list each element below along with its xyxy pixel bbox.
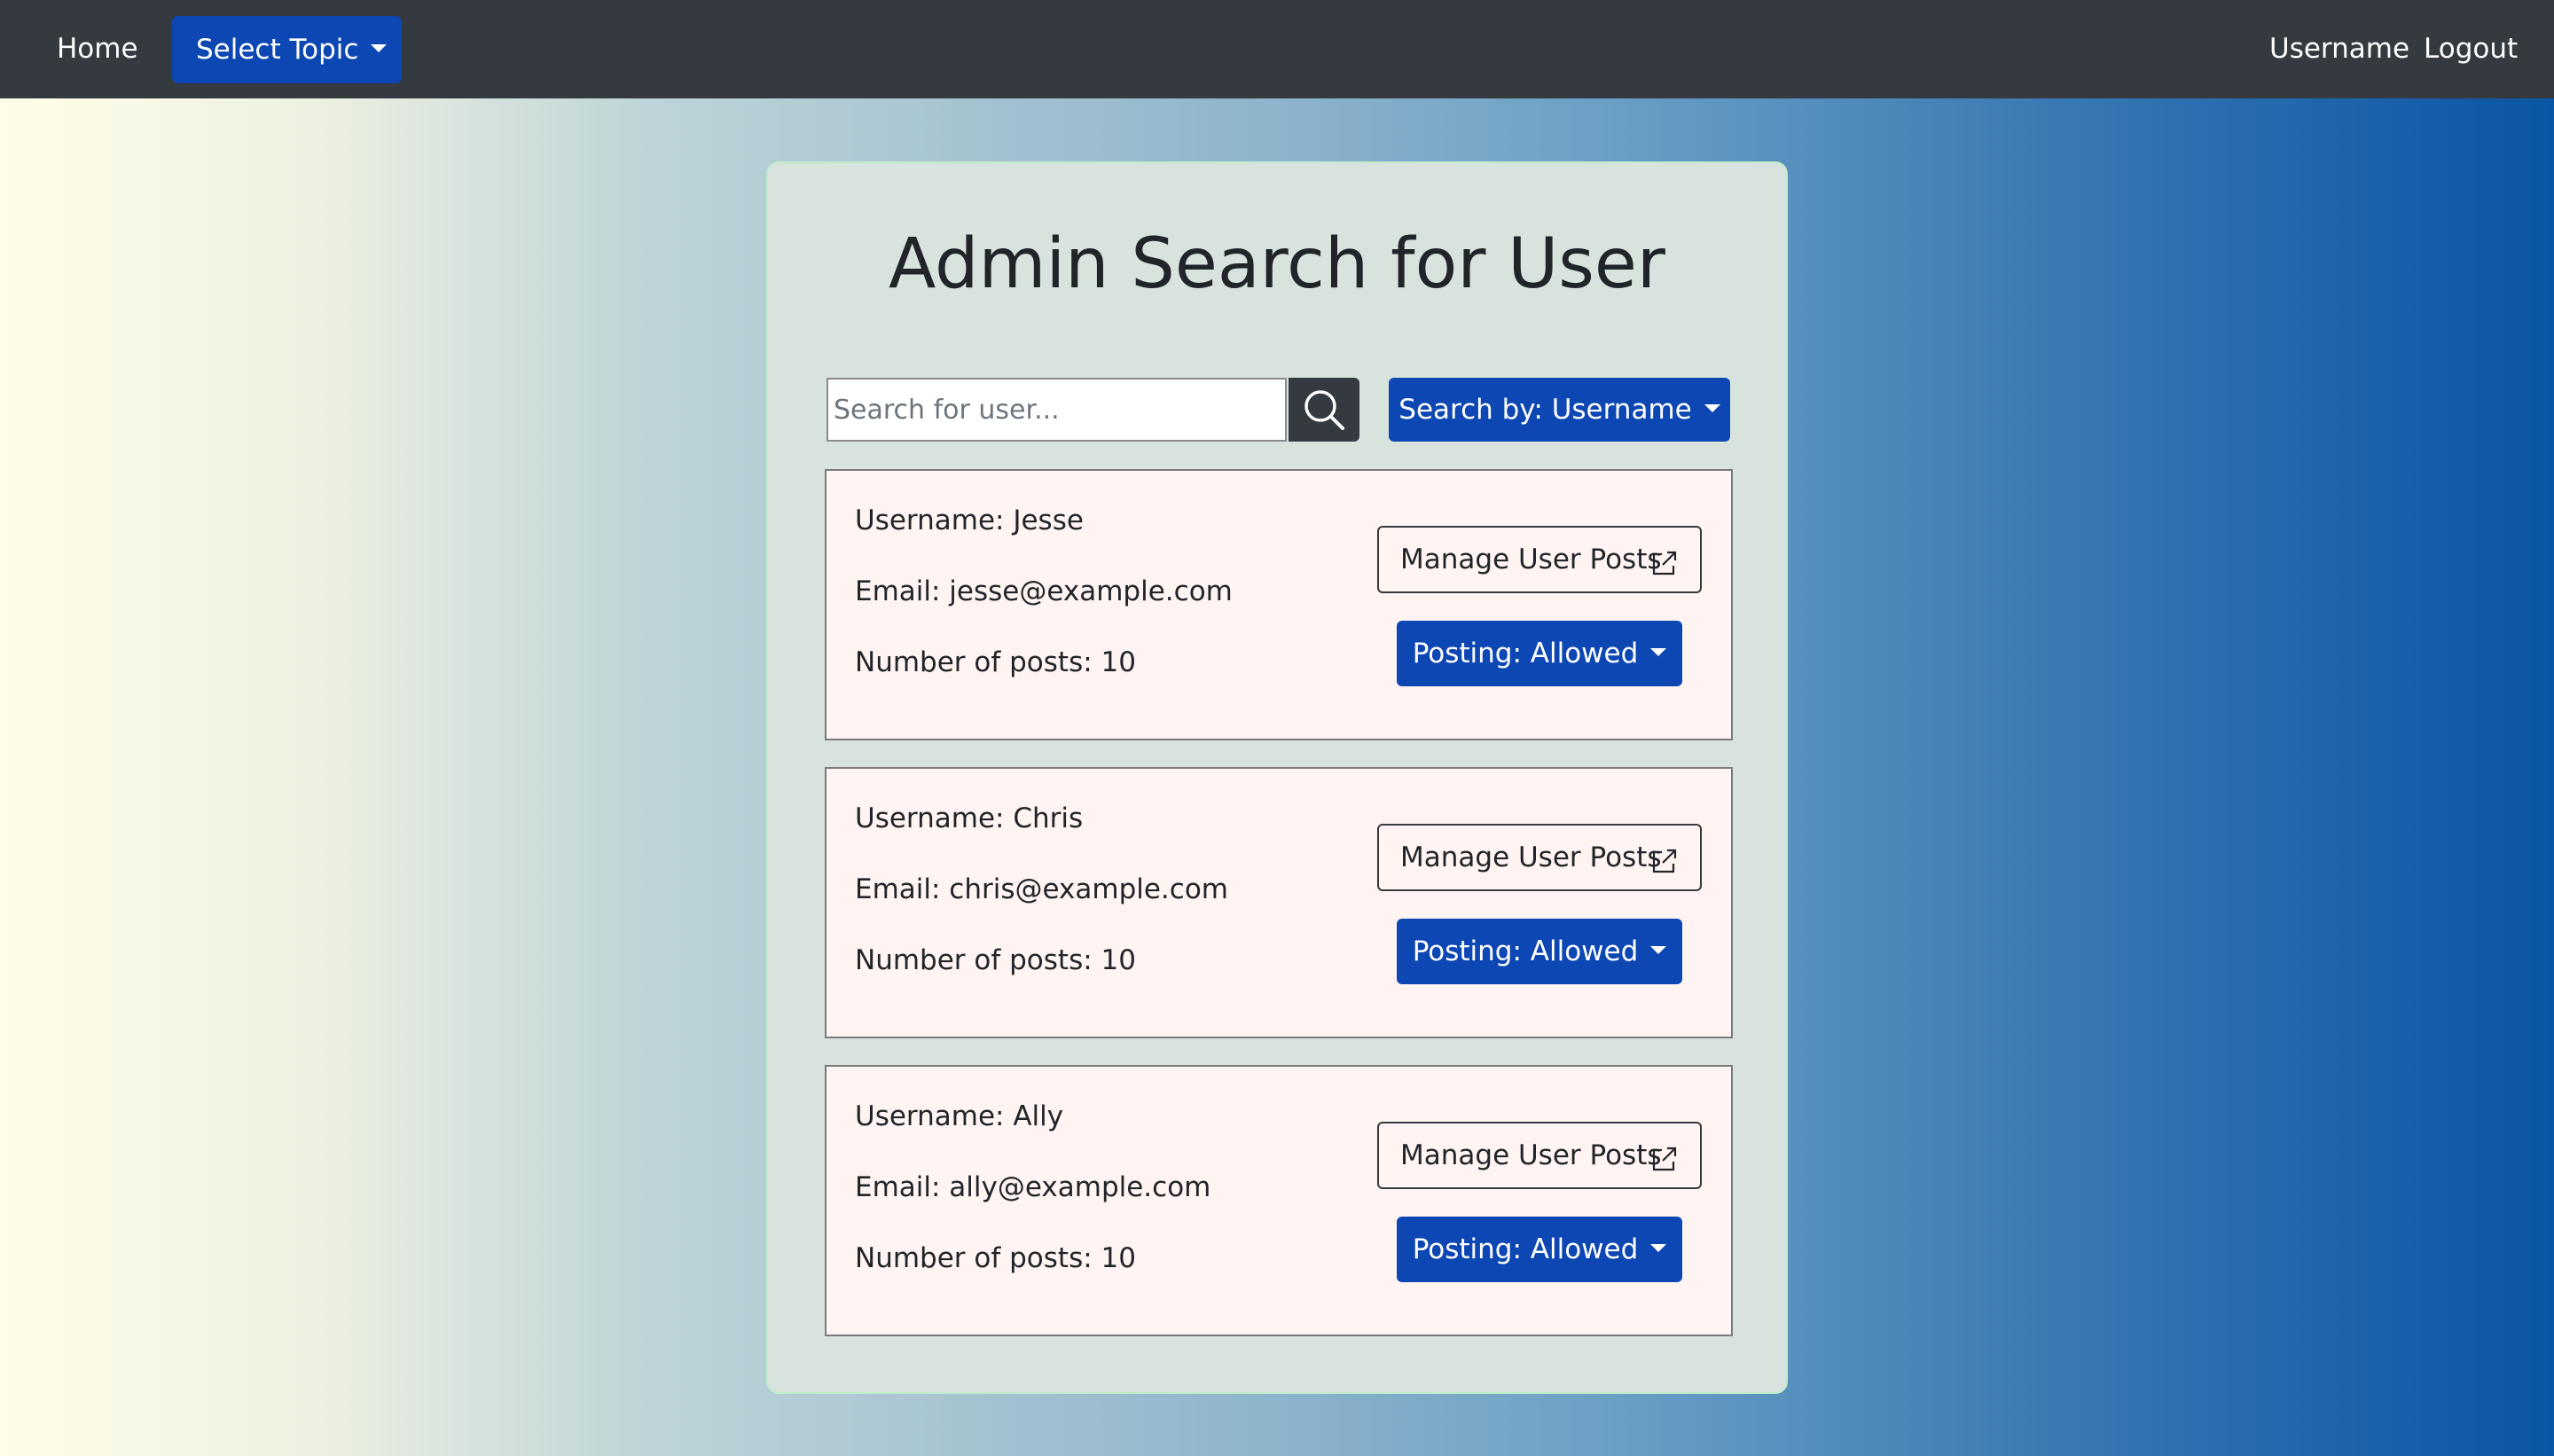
user-post-count: Number of posts: 10 bbox=[855, 646, 1136, 678]
user-post-count: Number of posts: 10 bbox=[855, 1242, 1136, 1274]
manage-user-posts-label: Manage User Posts bbox=[1400, 842, 1662, 873]
caret-down-icon bbox=[1650, 946, 1667, 954]
user-username: Username: Ally bbox=[855, 1100, 1064, 1132]
user-email: Email: ally@example.com bbox=[855, 1171, 1211, 1203]
nav-home-link[interactable]: Home bbox=[57, 0, 138, 98]
admin-search-card: Admin Search for User Search by: Usernam… bbox=[766, 161, 1788, 1394]
search-button[interactable] bbox=[1289, 378, 1359, 442]
nav-logout-link[interactable]: Logout bbox=[2424, 0, 2518, 98]
page-title: Admin Search for User bbox=[889, 224, 1665, 304]
select-topic-dropdown[interactable]: Select Topic bbox=[172, 16, 402, 83]
external-link-icon bbox=[1652, 849, 1677, 873]
user-result-card: Username: Chris Email: chris@example.com… bbox=[825, 767, 1733, 1038]
search-input[interactable] bbox=[827, 378, 1287, 442]
posting-status-label: Posting: Allowed bbox=[1412, 638, 1639, 669]
manage-user-posts-button[interactable]: Manage User Posts bbox=[1377, 824, 1702, 891]
manage-user-posts-button[interactable]: Manage User Posts bbox=[1377, 526, 1702, 593]
manage-user-posts-button[interactable]: Manage User Posts bbox=[1377, 1122, 1702, 1189]
search-icon bbox=[1304, 390, 1344, 430]
navbar: Home Select Topic Username Logout bbox=[0, 0, 2554, 98]
user-result-card: Username: Ally Email: ally@example.com N… bbox=[825, 1065, 1733, 1336]
caret-down-icon bbox=[1650, 1244, 1667, 1252]
search-by-dropdown[interactable]: Search by: Username bbox=[1389, 378, 1730, 442]
posting-status-label: Posting: Allowed bbox=[1412, 935, 1639, 967]
caret-down-icon bbox=[1704, 404, 1720, 412]
search-by-label: Search by: Username bbox=[1398, 394, 1692, 426]
manage-user-posts-label: Manage User Posts bbox=[1400, 544, 1662, 575]
user-username: Username: Chris bbox=[855, 802, 1084, 834]
nav-username-link[interactable]: Username bbox=[2269, 0, 2409, 98]
posting-status-dropdown[interactable]: Posting: Allowed bbox=[1397, 621, 1682, 686]
posting-status-dropdown[interactable]: Posting: Allowed bbox=[1397, 1217, 1682, 1282]
posting-status-label: Posting: Allowed bbox=[1412, 1233, 1639, 1265]
user-email: Email: jesse@example.com bbox=[855, 575, 1233, 607]
select-topic-label: Select Topic bbox=[196, 34, 359, 66]
caret-down-icon bbox=[1650, 648, 1667, 656]
posting-status-dropdown[interactable]: Posting: Allowed bbox=[1397, 919, 1682, 984]
user-result-card: Username: Jesse Email: jesse@example.com… bbox=[825, 469, 1733, 740]
user-email: Email: chris@example.com bbox=[855, 873, 1228, 905]
caret-down-icon bbox=[371, 44, 388, 52]
manage-user-posts-label: Manage User Posts bbox=[1400, 1139, 1662, 1171]
user-post-count: Number of posts: 10 bbox=[855, 944, 1136, 976]
user-username: Username: Jesse bbox=[855, 505, 1084, 536]
external-link-icon bbox=[1652, 1147, 1677, 1171]
external-link-icon bbox=[1652, 551, 1677, 575]
